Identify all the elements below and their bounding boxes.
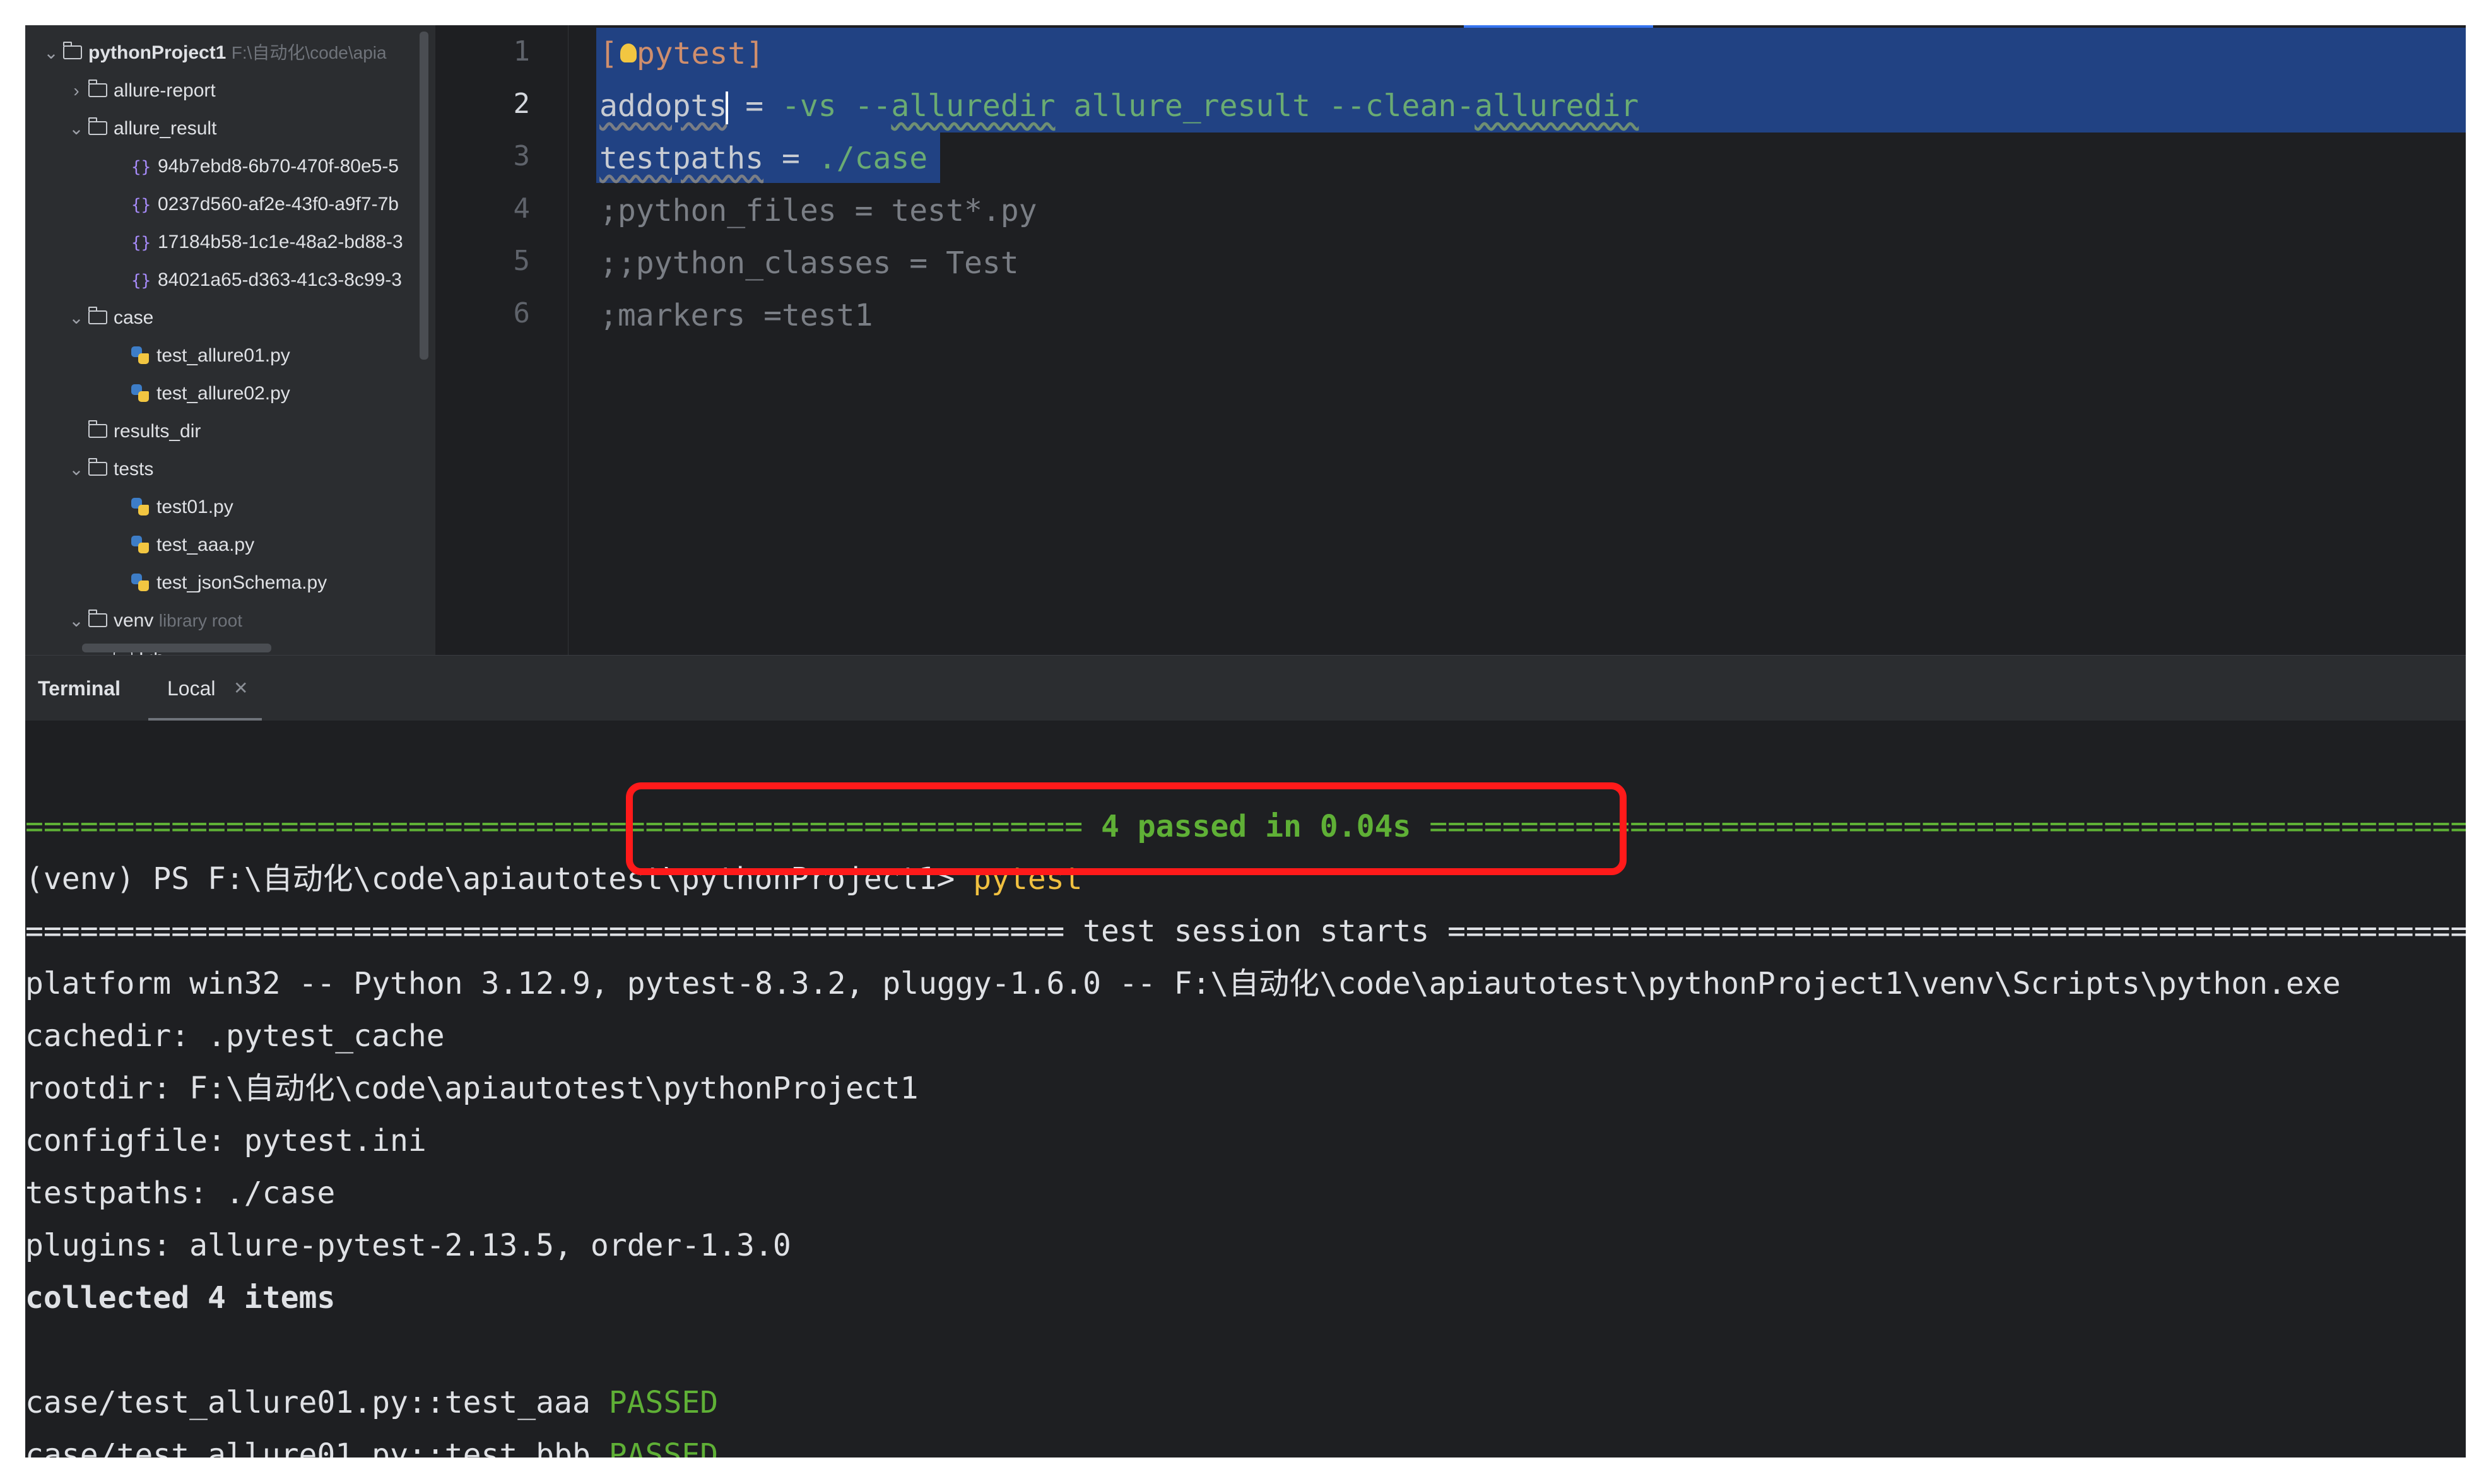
json-file-icon: {} xyxy=(131,233,151,252)
folder-icon xyxy=(88,458,107,476)
folder-icon xyxy=(63,42,82,60)
line-number: 4 xyxy=(513,192,531,225)
terminal-title: Terminal xyxy=(38,677,121,700)
tree-item-allure-report[interactable]: › allure-report xyxy=(68,72,216,110)
code-line-2: addopts = -vs --alluredir allure_result … xyxy=(599,88,1639,124)
chevron-down-icon[interactable]: ⌄ xyxy=(68,602,85,640)
code-line-5: ;;python_classes = Test xyxy=(599,245,1019,281)
folder-icon xyxy=(88,117,107,136)
tab-local[interactable]: Local ✕ xyxy=(148,656,262,721)
python-file-icon xyxy=(131,346,149,365)
tree-item-project-root[interactable]: ⌄ pythonProject1 F:\自动化\code\apia xyxy=(43,34,387,72)
terminal-test-result: case/test_allure01.py::test_aaa PASSED xyxy=(25,1385,719,1420)
python-file-icon xyxy=(131,574,149,592)
tree-item-tests[interactable]: ⌄ tests xyxy=(68,450,153,488)
terminal-testpaths-line: testpaths: ./case xyxy=(25,1175,336,1211)
status-passed: PASSED xyxy=(608,1437,719,1458)
terminal-test-result: case/test_allure01.py::test_bbb PASSED xyxy=(25,1429,718,1458)
terminal-rootdir-line: rootdir: F:\自动化\code\apiautotest\pythonP… xyxy=(25,1071,919,1106)
terminal-header: Terminal Local ✕ xyxy=(25,655,2466,721)
tree-item-json-file[interactable]: {} 17184b58-1c1e-48a2-bd88-3 xyxy=(131,223,403,261)
terminal-cachedir-line: cachedir: .pytest_cache xyxy=(25,1018,445,1054)
tree-horizontal-scrollbar[interactable] xyxy=(82,644,271,652)
tree-item-json-file[interactable]: {} 0237d560-af2e-43f0-a9f7-7b xyxy=(131,186,399,223)
tree-item-python-file[interactable]: test_allure02.py xyxy=(131,375,290,413)
line-number: 3 xyxy=(513,140,531,172)
python-file-icon xyxy=(131,536,149,554)
python-file-icon xyxy=(131,498,149,516)
tree-item-venv[interactable]: ⌄ venv library root xyxy=(68,602,242,640)
tree-item-python-file[interactable]: test01.py xyxy=(131,488,233,526)
tree-item-python-file[interactable]: test_jsonSchema.py xyxy=(131,564,327,602)
tree-item-json-file[interactable]: {} 84021a65-d363-41c3-8c99-3 xyxy=(131,261,402,299)
terminal-collected-line: collected 4 items xyxy=(25,1280,336,1316)
code-editor[interactable]: 1 2 3 4 5 6 [pytest] addopts = -vs --all… xyxy=(435,25,2466,655)
code-line-6: ;markers =test1 xyxy=(599,298,873,333)
terminal-configfile-line: configfile: pytest.ini xyxy=(25,1123,427,1158)
json-file-icon: {} xyxy=(131,196,151,215)
tree-item-python-file[interactable]: test_aaa.py xyxy=(131,526,254,564)
tree-vertical-scrollbar[interactable] xyxy=(420,32,428,360)
chevron-down-icon[interactable]: ⌄ xyxy=(68,299,85,337)
folder-icon xyxy=(88,80,107,98)
tree-item-results-dir[interactable]: results_dir xyxy=(85,413,201,450)
terminal-platform-line: platform win32 -- Python 3.12.9, pytest-… xyxy=(25,966,2341,1001)
code-line-3: testpaths = ./case xyxy=(599,141,928,176)
line-number: 5 xyxy=(513,245,531,277)
highlight-annotation-box xyxy=(626,782,1627,875)
line-number-gutter: 1 2 3 4 5 6 xyxy=(435,25,568,655)
project-tree: ⌄ pythonProject1 F:\自动化\code\apia › allure… xyxy=(25,25,435,655)
code-line-1: [pytest] xyxy=(599,36,765,71)
status-passed: PASSED xyxy=(608,1385,719,1420)
folder-icon xyxy=(88,610,107,628)
line-number: 6 xyxy=(513,297,531,329)
tab-local-label: Local xyxy=(167,677,216,700)
json-file-icon: {} xyxy=(131,271,151,290)
chevron-right-icon[interactable]: › xyxy=(68,72,85,110)
code-line-4: ;python_files = test*.py xyxy=(599,193,1037,228)
tree-item-python-file[interactable]: test_allure01.py xyxy=(131,337,290,375)
chevron-down-icon[interactable]: ⌄ xyxy=(68,450,85,488)
close-icon[interactable]: ✕ xyxy=(233,656,248,721)
lightbulb-icon[interactable] xyxy=(620,44,637,62)
terminal-plugins-line: plugins: allure-pytest-2.13.5, order-1.3… xyxy=(25,1228,791,1263)
line-number: 2 xyxy=(513,88,531,120)
json-file-icon: {} xyxy=(131,158,151,177)
python-file-icon xyxy=(131,384,149,403)
chevron-down-icon[interactable]: ⌄ xyxy=(43,34,59,72)
folder-icon xyxy=(88,307,107,325)
folder-icon xyxy=(88,420,107,439)
chevron-down-icon[interactable]: ⌄ xyxy=(68,110,85,148)
terminal-session-start: ========================================… xyxy=(25,914,2466,949)
line-number: 1 xyxy=(513,35,531,68)
tree-item-allure-result[interactable]: ⌄ allure_result xyxy=(68,110,216,148)
tree-item-case[interactable]: ⌄ case xyxy=(68,299,153,337)
ide-window: ⌄ pythonProject1 F:\自动化\code\apia › allure… xyxy=(25,25,2466,1458)
tree-item-json-file[interactable]: {} 94b7ebd8-6b70-470f-80e5-5 xyxy=(131,148,399,186)
